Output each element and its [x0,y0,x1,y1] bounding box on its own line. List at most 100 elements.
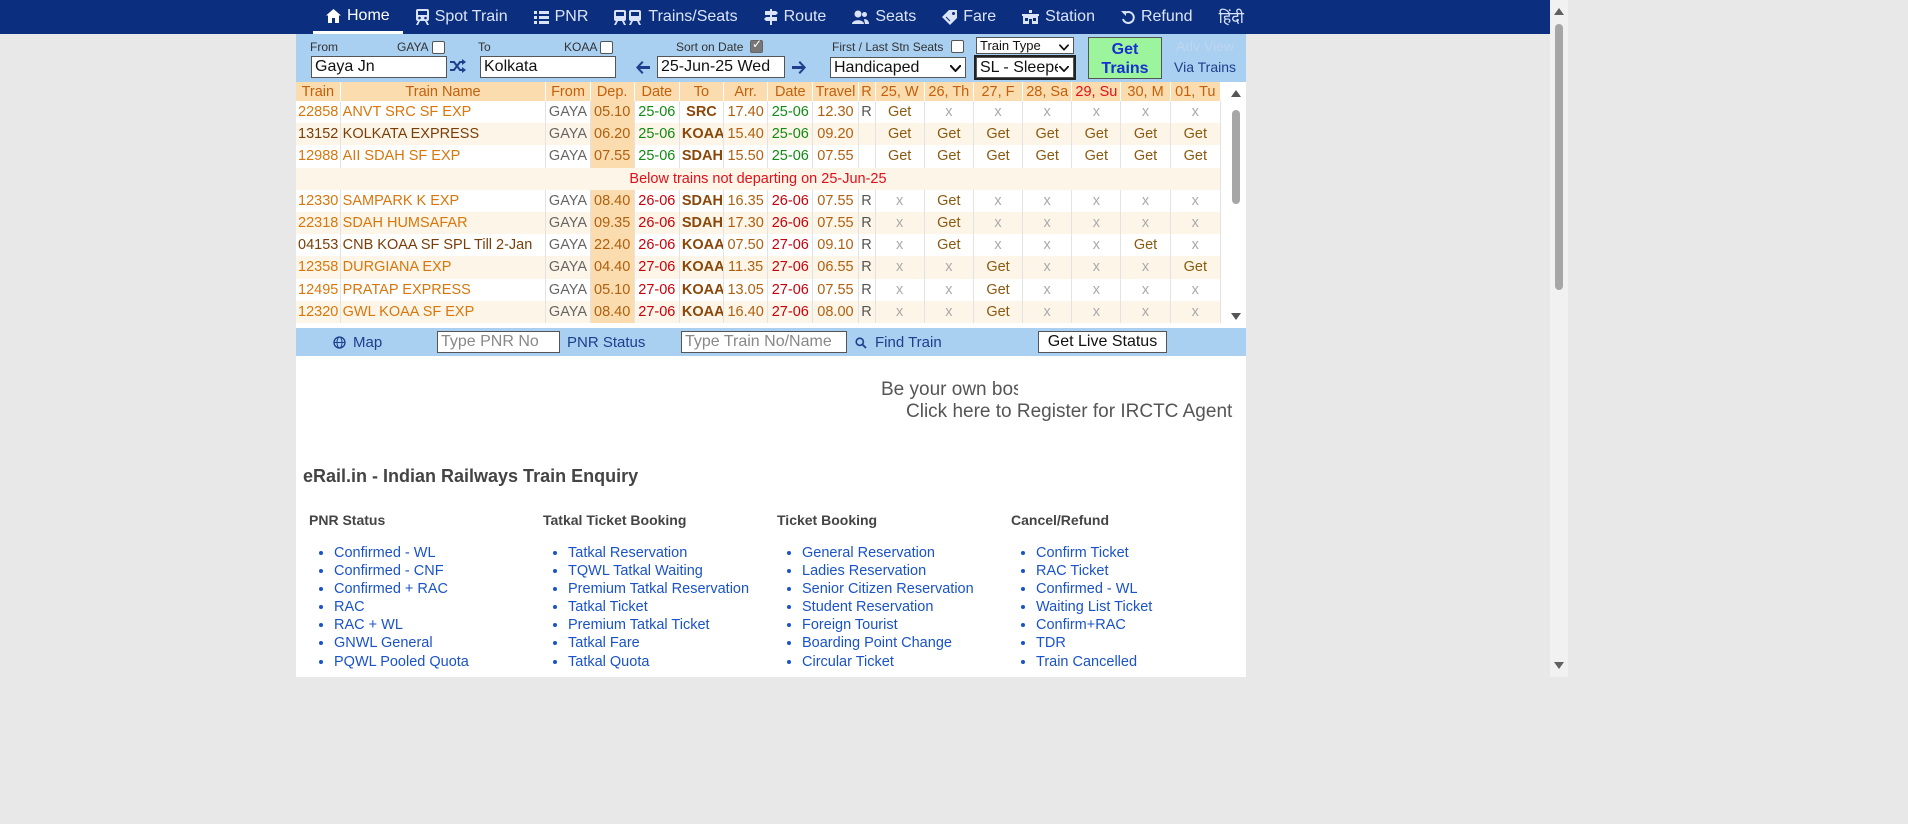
info-link[interactable]: Confirmed - CNF [334,563,444,579]
info-link[interactable]: Confirmed - WL [334,545,436,561]
table-row[interactable]: 04153 CNB KOAA SF SPL Till 2-Jan GAYA 22.40… [296,234,1222,257]
get-seats-link[interactable]: Get [1170,123,1222,146]
train-name[interactable]: DURGIANA EXP [340,256,547,279]
next-date-arrow-icon[interactable] [792,61,806,79]
table-scroll-down-icon[interactable] [1231,313,1241,320]
get-seats-link[interactable]: Get [1120,234,1171,257]
irctc-agent-link[interactable]: Click here to Register for IRCTC Agent [906,401,1232,423]
table-row[interactable]: 12330 SAMPARK K EXP GAYA 08.40 26-06 SDAH 16.3… [296,189,1222,212]
info-link[interactable]: GNWL General [334,635,433,651]
to-code-checkbox[interactable] [600,41,613,54]
find-train-link[interactable]: Find Train [875,334,942,351]
table-row[interactable]: 22858 ANVT SRC SF EXP GAYA 05.10 25-06 SRC 17.… [296,101,1222,124]
get-seats-link[interactable]: Get [1120,123,1171,146]
train-name[interactable]: SDAH HUMSAFAR [340,211,547,235]
info-link[interactable]: Student Reservation [802,599,933,615]
nav-route[interactable]: Route [751,0,840,34]
get-seats-link[interactable]: Get [973,145,1024,168]
get-seats-link[interactable]: Get [924,234,974,257]
info-link[interactable]: General Reservation [802,545,935,561]
train-name[interactable]: SAMPARK K EXP [340,189,547,212]
info-link[interactable]: Train Cancelled [1036,654,1137,670]
get-seats-link[interactable]: Get [1071,145,1122,168]
info-link[interactable]: Senior Citizen Reservation [802,581,974,597]
nav-home[interactable]: Home [313,0,403,34]
from-code-checkbox[interactable] [432,41,445,54]
nav-station[interactable]: Station [1009,0,1108,34]
nav-trains-seats[interactable]: Trains/Seats [601,0,750,34]
from-station-input[interactable]: Gaya Jn [311,56,447,78]
swap-stations-icon[interactable] [450,59,466,78]
info-link[interactable]: Premium Tatkal Reservation [568,581,749,597]
scroll-down-arrow-icon[interactable] [1554,662,1564,669]
get-seats-link[interactable]: Get [924,123,974,146]
table-scrollbar[interactable] [1228,86,1244,324]
get-seats-link[interactable]: Get [924,145,974,168]
info-link[interactable]: TQWL Tatkal Waiting [568,563,703,579]
info-link[interactable]: Confirmed - WL [1036,581,1138,597]
map-link[interactable]: Map [353,334,382,351]
info-link[interactable]: RAC + WL [334,617,403,633]
get-seats-link[interactable]: Get [1071,123,1122,146]
train-number[interactable]: 12330 [296,189,341,212]
train-name[interactable]: KOLKATA EXPRESS [340,123,547,146]
train-number[interactable]: 12320 [296,300,341,323]
info-link[interactable]: Ladies Reservation [802,563,926,579]
get-seats-link[interactable]: Get [875,123,925,146]
info-link[interactable]: PQWL Pooled Quota [334,654,469,670]
train-name[interactable]: AII SDAH SF EXP [340,145,547,168]
table-row[interactable]: 12988 AII SDAH SF EXP GAYA 07.55 25-06 SDAH 15… [296,145,1222,168]
table-scroll-up-icon[interactable] [1231,90,1241,97]
scroll-thumb[interactable] [1555,24,1563,290]
info-link[interactable]: Foreign Tourist [802,617,898,633]
first-last-stn-checkbox[interactable] [951,40,964,53]
train-number[interactable]: 22858 [296,101,341,124]
get-live-status-button[interactable]: Get Live Status [1038,331,1167,353]
train-name[interactable]: GWL KOAA SF EXP [340,300,547,323]
train-number[interactable]: 22318 [296,211,341,235]
nav-spot-train[interactable]: Spot Train [403,0,521,34]
info-link[interactable]: Tatkal Quota [568,654,649,670]
get-seats-link[interactable]: Get [1120,145,1171,168]
get-seats-link[interactable]: Get [973,256,1024,279]
get-seats-link[interactable]: Get [973,123,1024,146]
info-link[interactable]: Confirm Ticket [1036,545,1129,561]
pnr-input[interactable]: Type PNR No [437,331,560,353]
info-link[interactable]: TDR [1036,635,1066,651]
adv-view-link[interactable]: Adv View [1176,38,1234,54]
info-link[interactable]: Premium Tatkal Ticket [568,617,710,633]
train-number[interactable]: 12495 [296,278,341,301]
get-seats-link[interactable]: Get [875,145,925,168]
sort-on-date-checkbox[interactable] [750,37,763,53]
info-link[interactable]: RAC [334,599,365,615]
get-seats-link[interactable]: Get [924,189,974,212]
get-seats-link[interactable]: Get [1022,123,1073,146]
train-number[interactable]: 13152 [296,123,341,146]
train-number[interactable]: 04153 [296,234,341,257]
get-seats-link[interactable]: Get [973,278,1024,301]
train-type-select[interactable]: Train Type [976,37,1074,54]
train-name[interactable]: CNB KOAA SF SPL Till 2-Jan [340,234,547,257]
class-select[interactable]: SL - Sleeper [974,55,1076,80]
train-number[interactable]: 12988 [296,145,341,168]
table-scroll-thumb[interactable] [1232,110,1240,204]
to-station-input[interactable]: Kolkata [480,56,616,78]
nav-pnr[interactable]: PNR [521,0,602,34]
globe-icon[interactable] [333,336,346,354]
nav-seats[interactable]: Seats [839,0,929,34]
info-link[interactable]: RAC Ticket [1036,563,1109,579]
search-icon[interactable] [855,336,867,354]
info-link[interactable]: Tatkal Ticket [568,599,648,615]
pnr-status-link[interactable]: PNR Status [567,334,645,351]
get-seats-link[interactable]: Get [1022,145,1073,168]
info-link[interactable]: Tatkal Fare [568,635,640,651]
get-seats-link[interactable]: Get [1170,145,1222,168]
table-row[interactable]: 22318 SDAH HUMSAFAR GAYA 09.35 26-06 SDAH 17.3… [296,211,1222,235]
info-link[interactable]: Boarding Point Change [802,635,952,651]
nav-fare[interactable]: Fare [929,0,1009,34]
get-seats-link[interactable]: Get [924,211,974,235]
info-link[interactable]: Confirmed + RAC [334,581,448,597]
table-row[interactable]: 12358 DURGIANA EXP GAYA 04.40 27-06 KOAA 11.35… [296,256,1222,279]
nav-refund[interactable]: Refund [1108,0,1206,34]
table-row[interactable]: 12320 GWL KOAA SF EXP GAYA 08.40 27-06 KOAA 16… [296,300,1222,323]
